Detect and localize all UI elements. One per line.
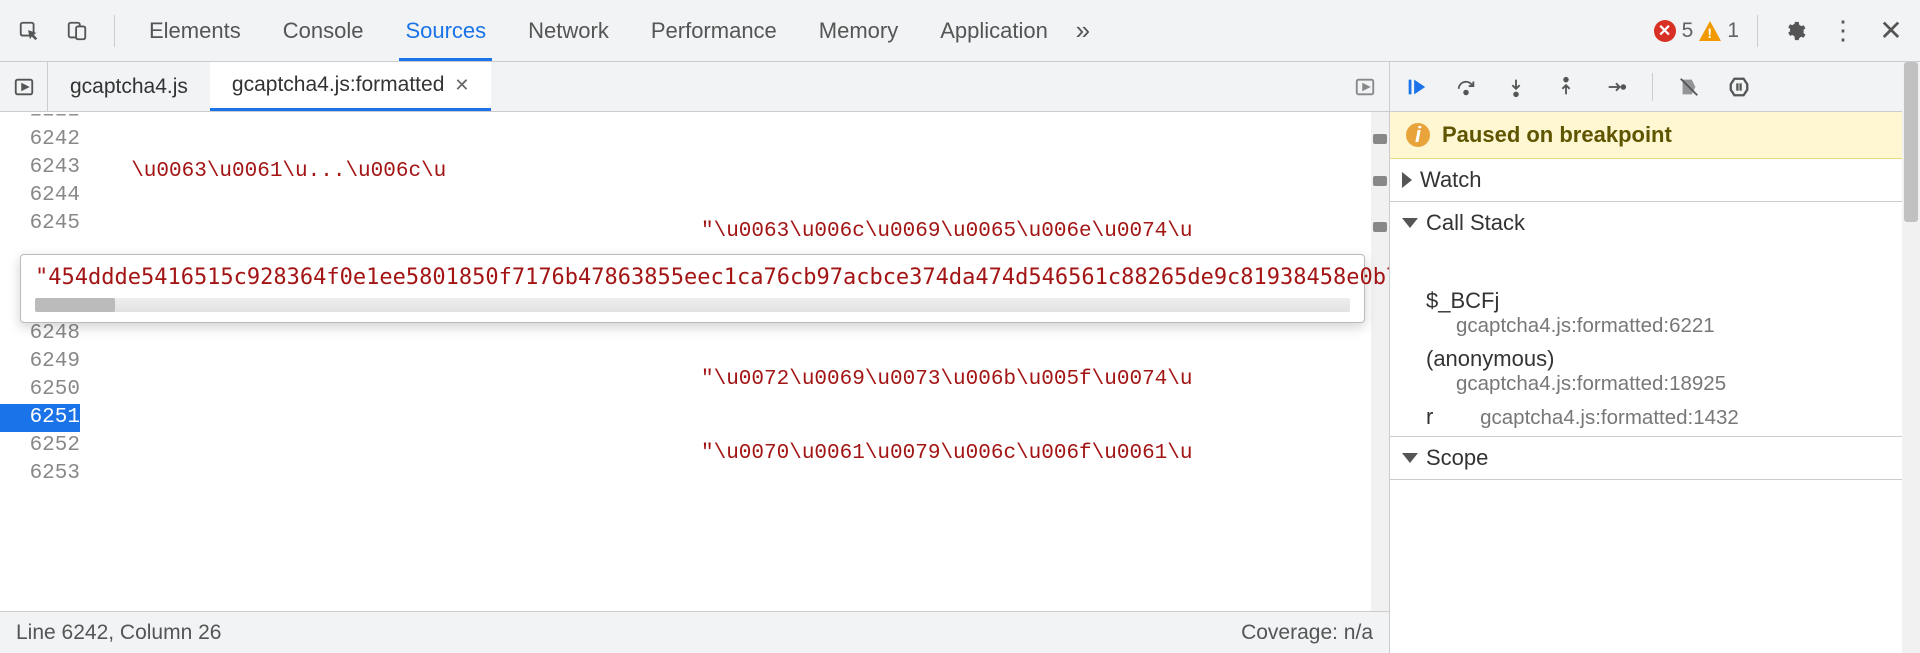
frame-location: gcaptcha4.js:formatted:6221 [1426,314,1912,338]
step-button[interactable] [1598,69,1634,105]
kebab-menu-icon[interactable]: ⋮ [1824,12,1862,50]
file-tab-gcaptcha4-formatted[interactable]: gcaptcha4.js:formatted ✕ [210,62,492,111]
tooltip-text: "454ddde5416515c928364f0e1ee5801850f7176… [35,265,1389,290]
frame-function: (anonymous) [1426,346,1912,372]
deactivate-breakpoints-button[interactable] [1671,69,1707,105]
step-into-button[interactable] [1498,69,1534,105]
frame-function: r [1426,404,1474,430]
line-number[interactable]: 6248 [0,320,80,348]
code-editor[interactable]: –––– 6242 6243 6244 6245 6248 6249 6250 … [0,112,1389,611]
tooltip-hscrollbar[interactable] [35,298,1350,312]
callstack-header[interactable]: Call Stack [1390,202,1920,244]
devtools-toolbar: Elements Console Sources Network Perform… [0,0,1920,62]
code-body[interactable]: \u0063\u0061\u...\u006c\u "\u0063\u006c\… [92,112,1389,611]
watch-section: Watch [1390,159,1920,202]
callstack-list: $_BCFj gcaptcha4.js:formatted:6221 (anon… [1390,282,1920,436]
device-toggle-icon[interactable] [58,12,96,50]
step-over-button[interactable] [1448,69,1484,105]
close-devtools-icon[interactable]: ✕ [1872,12,1910,50]
stack-frame[interactable]: (anonymous) gcaptcha4.js:formatted:18925 [1390,342,1920,400]
code-text: "\u0072\u0069\u0073\u006b\u005f\u0074\u [701,368,1192,391]
callstack-section: Call Stack $_BCFj gcaptcha4.js:formatted… [1390,202,1920,437]
toolbar-divider [1757,15,1758,47]
line-number[interactable]: 6243 [0,154,80,182]
warning-icon [1699,21,1721,41]
file-tab-gcaptcha4[interactable]: gcaptcha4.js [48,62,210,111]
tab-network[interactable]: Network [522,0,615,61]
tab-performance[interactable]: Performance [645,0,783,61]
line-number-current[interactable]: 6251 [0,404,80,432]
content-row: gcaptcha4.js gcaptcha4.js:formatted ✕ ––… [0,62,1920,653]
code-text: "\u0070\u0061\u0079\u006c\u006f\u0061\u [701,442,1192,465]
line-number[interactable]: 6250 [0,376,80,404]
navigator-toggle-icon[interactable] [0,62,48,111]
pause-on-exceptions-button[interactable] [1721,69,1757,105]
paused-text: Paused on breakpoint [1442,122,1672,148]
coverage-indicator[interactable]: Coverage: n/a [1241,621,1373,645]
scope-header[interactable]: Scope [1390,437,1920,479]
section-label: Scope [1426,445,1488,471]
panel-tabs: Elements Console Sources Network Perform… [143,0,1054,61]
error-icon: ✕ [1654,20,1676,42]
line-number[interactable]: 6252 [0,432,80,460]
editor-vscrollbar[interactable] [1371,112,1389,611]
file-tab-label: gcaptcha4.js:formatted [232,73,444,97]
inspect-element-icon[interactable] [10,12,48,50]
tab-sources[interactable]: Sources [399,0,492,61]
step-out-button[interactable] [1548,69,1584,105]
sources-panel: gcaptcha4.js gcaptcha4.js:formatted ✕ ––… [0,62,1390,653]
warning-count: 1 [1727,19,1739,43]
tab-console[interactable]: Console [277,0,370,61]
expand-icon [1402,172,1412,188]
line-number[interactable]: 6242 [0,126,80,154]
line-number[interactable]: 6253 [0,460,80,488]
editor-statusbar: Line 6242, Column 26 Coverage: n/a [0,611,1389,653]
paused-banner: i Paused on breakpoint [1390,112,1920,159]
stack-frame[interactable]: $_BCFj gcaptcha4.js:formatted:6221 [1390,284,1920,342]
section-label: Watch [1420,167,1482,193]
line-number[interactable]: 6249 [0,348,80,376]
tab-elements[interactable]: Elements [143,0,247,61]
code-text: \u0063\u0061\u...\u006c\u [106,160,446,183]
frame-location: gcaptcha4.js:formatted:1432 [1480,406,1739,429]
file-tab-bar: gcaptcha4.js gcaptcha4.js:formatted ✕ [0,62,1389,112]
error-count: 5 [1682,19,1694,43]
info-icon: i [1406,123,1430,147]
run-snippet-icon[interactable] [1341,76,1389,98]
frame-location: gcaptcha4.js:formatted:18925 [1426,372,1912,396]
error-count-badge[interactable]: ✕ 5 1 [1654,19,1739,43]
line-number: –––– [0,112,80,126]
stack-frame[interactable]: r gcaptcha4.js:formatted:1432 [1390,400,1920,434]
tab-memory[interactable]: Memory [813,0,904,61]
settings-icon[interactable] [1776,12,1814,50]
toolbar-divider [114,15,115,47]
line-number[interactable]: 6244 [0,182,80,210]
tab-application[interactable]: Application [934,0,1054,61]
more-tabs-icon[interactable]: » [1064,12,1102,50]
collapse-icon [1402,218,1418,228]
debugger-toolbar [1390,62,1920,112]
collapse-icon [1402,453,1418,463]
line-number[interactable]: 6245 [0,210,80,238]
frame-function: $_BCFj [1426,288,1912,314]
debugger-panel: i Paused on breakpoint Watch Call Stack … [1390,62,1920,653]
section-label: Call Stack [1426,210,1525,236]
close-tab-icon[interactable]: ✕ [454,75,469,96]
scope-section: Scope [1390,437,1920,480]
line-gutter[interactable]: –––– 6242 6243 6244 6245 6248 6249 6250 … [0,112,92,611]
value-tooltip: "454ddde5416515c928364f0e1ee5801850f7176… [20,254,1365,323]
cursor-position: Line 6242, Column 26 [16,621,221,645]
resume-button[interactable] [1398,69,1434,105]
panel-vscrollbar[interactable] [1902,62,1920,653]
toolbar-separator [1652,73,1653,101]
watch-header[interactable]: Watch [1390,159,1920,201]
file-tab-label: gcaptcha4.js [70,75,188,99]
code-text: "\u0063\u006c\u0069\u0065\u006e\u0074\u [701,220,1192,243]
